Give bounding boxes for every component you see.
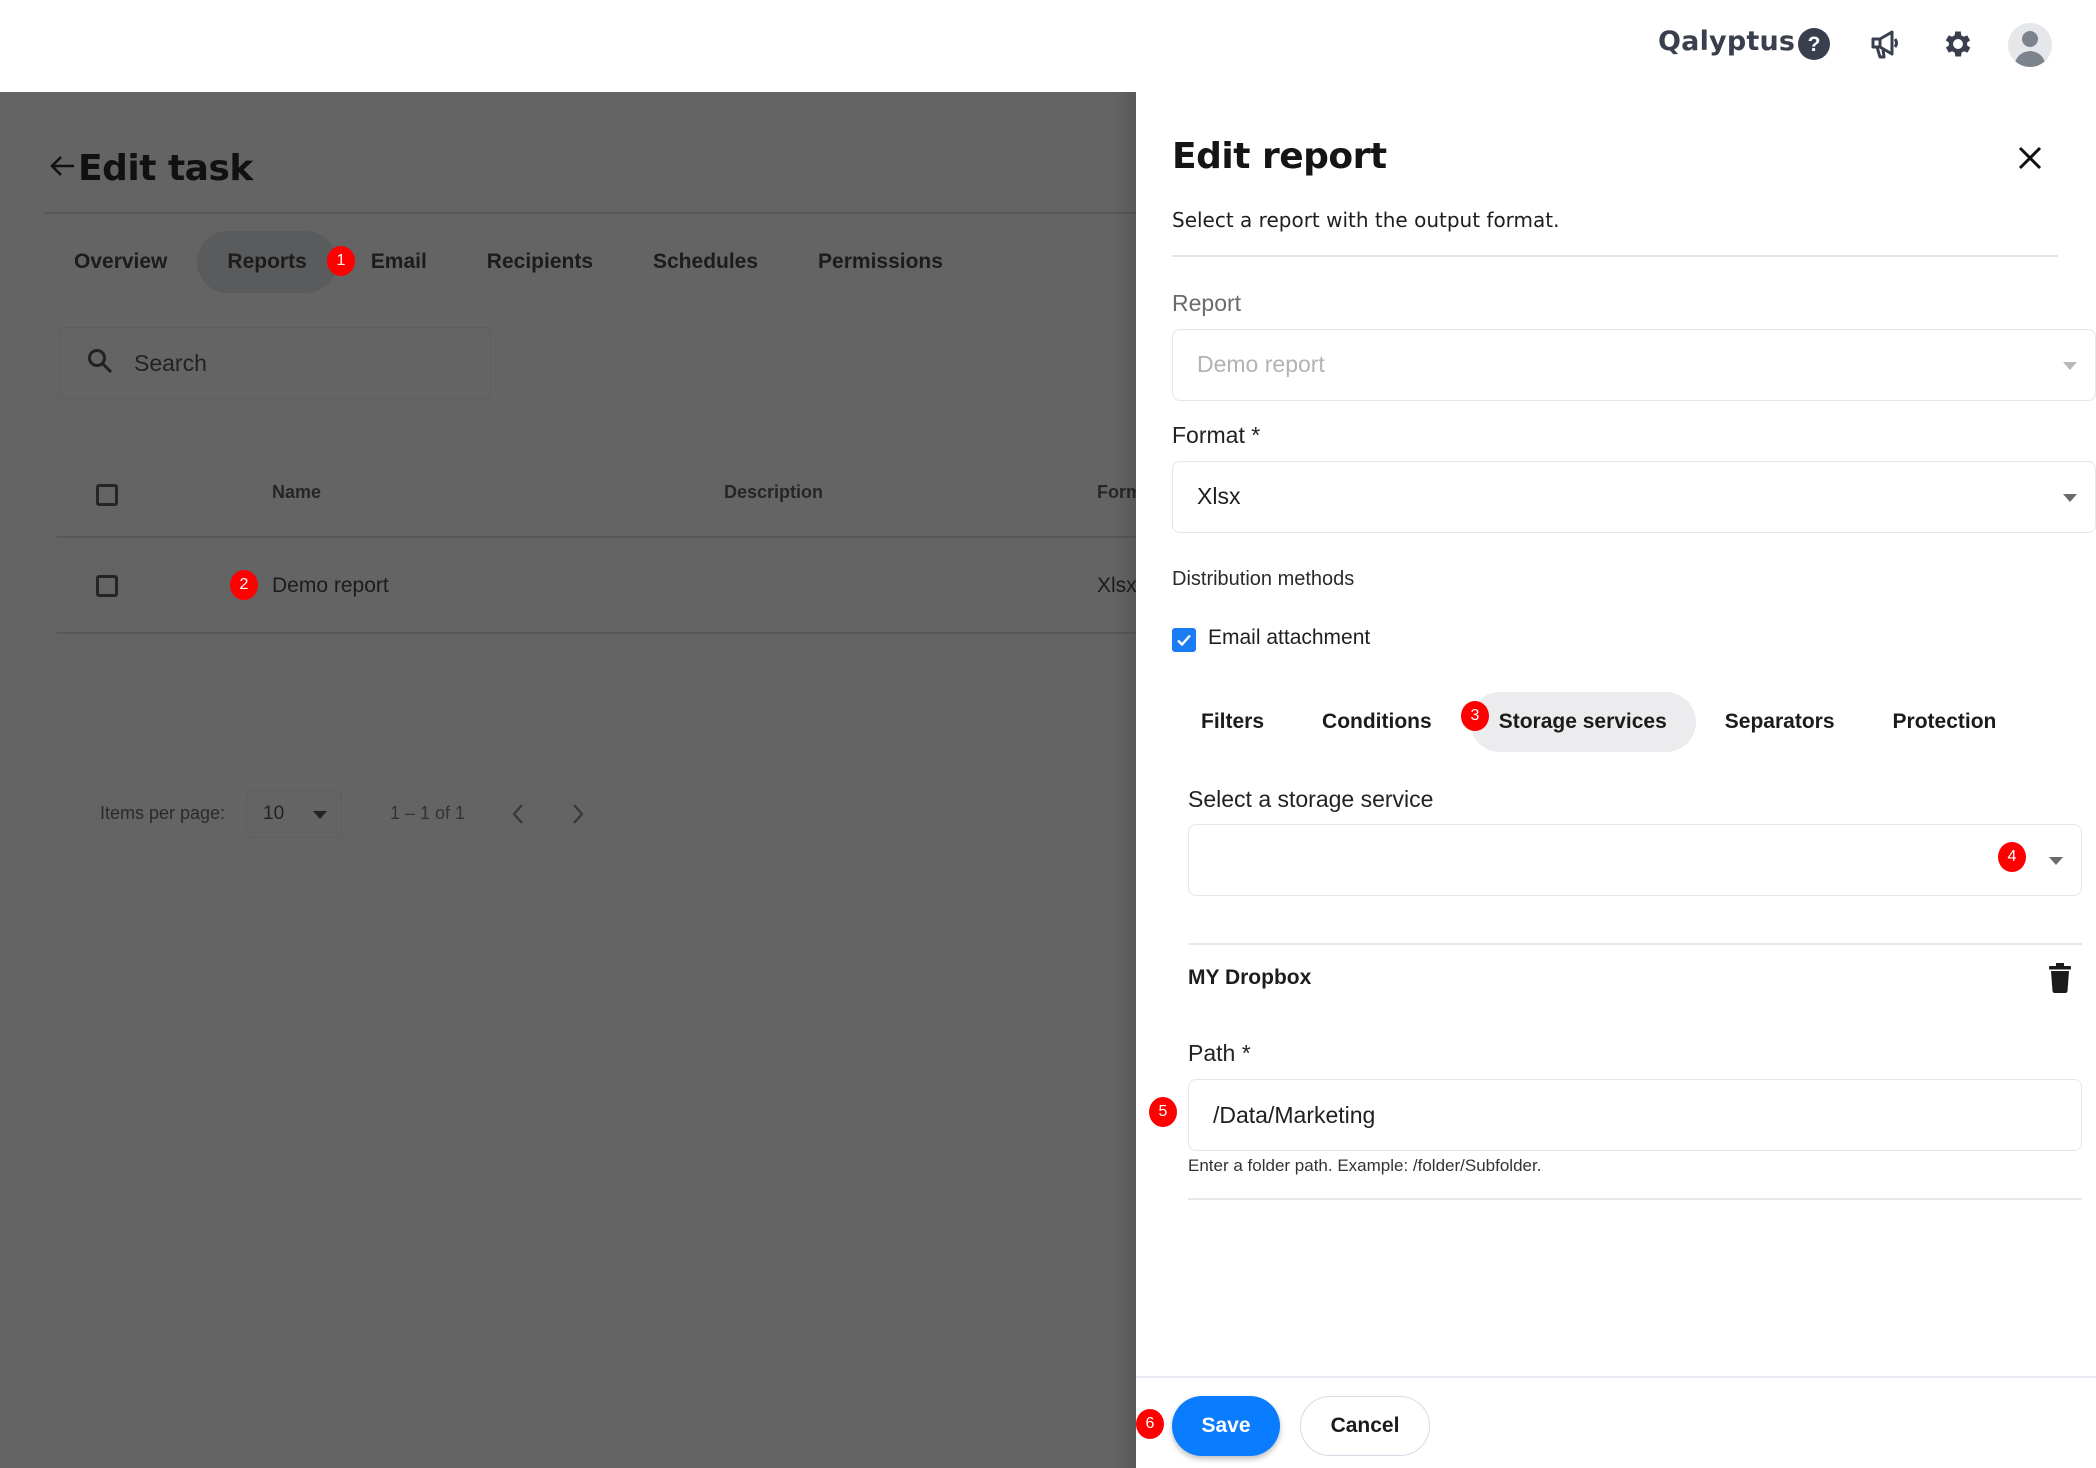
- chevron-down-icon: [2049, 857, 2063, 865]
- subtab-filters[interactable]: Filters: [1172, 692, 1293, 752]
- previous-page-button[interactable]: [498, 792, 538, 836]
- items-per-page-select[interactable]: 10: [246, 790, 342, 838]
- panel-title: Edit report: [1172, 136, 1387, 177]
- cancel-button[interactable]: Cancel: [1300, 1396, 1430, 1456]
- panel-shadow: [1112, 92, 1136, 1468]
- edit-report-panel: Edit report Select a report with the out…: [1136, 92, 2096, 1468]
- footer-divider: [1136, 1376, 2096, 1378]
- tab-overview[interactable]: Overview: [44, 231, 197, 293]
- panel-subtitle: Select a report with the output format.: [1172, 208, 1560, 232]
- select-all-checkbox[interactable]: [96, 484, 118, 506]
- chevron-left-icon: [512, 804, 523, 824]
- next-page-button[interactable]: [558, 792, 598, 836]
- email-attachment-label[interactable]: Email attachment: [1208, 626, 1370, 650]
- row-checkbox[interactable]: [96, 575, 118, 597]
- report-select[interactable]: Demo report: [1172, 329, 2096, 401]
- format-select-value: Xlsx: [1197, 483, 1241, 509]
- announcement-icon[interactable]: [1866, 24, 1906, 64]
- svg-text:?: ?: [1808, 33, 1821, 56]
- delete-service-button[interactable]: [2046, 962, 2074, 994]
- step-marker-5: 5: [1149, 1097, 1177, 1127]
- panel-divider: [1172, 255, 2058, 257]
- task-tabs: Overview Reports Email Recipients Schedu…: [44, 231, 973, 293]
- items-per-page-value: 10: [263, 803, 285, 824]
- storage-service-select[interactable]: [1188, 824, 2082, 896]
- brand-name: Qalyptus: [1658, 26, 1796, 57]
- chevron-down-icon: [313, 811, 327, 819]
- settings-icon[interactable]: [1938, 24, 1978, 64]
- service-divider-top: [1188, 943, 2082, 945]
- search-icon: [86, 347, 114, 380]
- trash-icon: [2049, 963, 2071, 993]
- subtab-conditions[interactable]: Conditions: [1293, 692, 1454, 752]
- column-header-name[interactable]: Name: [272, 482, 321, 503]
- checkmark-icon: [1177, 634, 1191, 647]
- background-page: Edit task Overview Reports Email Recipie…: [0, 92, 1142, 1468]
- distribution-methods-label: Distribution methods: [1172, 568, 1355, 590]
- step-marker-6: 6: [1136, 1409, 1164, 1439]
- storage-service-name: MY Dropbox: [1188, 966, 1312, 989]
- subtab-separators[interactable]: Separators: [1696, 692, 1864, 752]
- pager-range: 1 – 1 of 1: [390, 803, 466, 823]
- path-hint: Enter a folder path. Example: /folder/Su…: [1188, 1156, 1542, 1175]
- top-bar: Qalyptus ?: [0, 0, 2096, 92]
- row-divider: [57, 632, 1136, 634]
- close-icon: [2018, 146, 2042, 170]
- chevron-right-icon: [573, 804, 584, 824]
- report-label: Report: [1172, 290, 1242, 316]
- header-divider: [57, 536, 1136, 538]
- service-divider-bottom: [1188, 1198, 2082, 1200]
- email-attachment-checkbox[interactable]: [1172, 628, 1196, 652]
- close-button[interactable]: [2010, 138, 2050, 178]
- search-input[interactable]: Search: [59, 327, 491, 399]
- format-select[interactable]: Xlsx: [1172, 461, 2096, 533]
- column-header-description[interactable]: Description: [724, 482, 823, 503]
- tab-reports[interactable]: Reports: [197, 231, 337, 293]
- help-icon[interactable]: ?: [1794, 24, 1834, 64]
- title-divider: [44, 212, 1136, 214]
- path-label: Path *: [1188, 1040, 1251, 1066]
- step-marker-4: 4: [1998, 842, 2026, 872]
- search-placeholder: Search: [134, 349, 207, 376]
- subtab-protection[interactable]: Protection: [1864, 692, 2026, 752]
- format-label: Format *: [1172, 422, 1261, 448]
- back-arrow-icon[interactable]: [48, 152, 76, 185]
- page-title: Edit task: [78, 148, 253, 189]
- step-marker-2: 2: [230, 570, 258, 600]
- path-input[interactable]: [1188, 1079, 2082, 1151]
- storage-service-label: Select a storage service: [1188, 786, 1434, 812]
- subtab-storage-services[interactable]: Storage services: [1469, 692, 1696, 752]
- report-select-value: Demo report: [1197, 351, 1325, 377]
- tab-recipients[interactable]: Recipients: [457, 231, 623, 293]
- row-name[interactable]: Demo report: [272, 574, 389, 598]
- save-button[interactable]: Save: [1172, 1396, 1280, 1456]
- tab-schedules[interactable]: Schedules: [623, 231, 788, 293]
- items-per-page-label: Items per page:: [100, 803, 226, 823]
- step-marker-1: 1: [327, 246, 355, 276]
- report-subtabs: Filters Conditions Storage services Sepa…: [1172, 692, 2025, 752]
- tab-permissions[interactable]: Permissions: [788, 231, 973, 293]
- chevron-down-icon: [2063, 494, 2077, 502]
- step-marker-3: 3: [1461, 701, 1489, 731]
- avatar[interactable]: [2008, 23, 2052, 67]
- chevron-down-icon: [2063, 362, 2077, 370]
